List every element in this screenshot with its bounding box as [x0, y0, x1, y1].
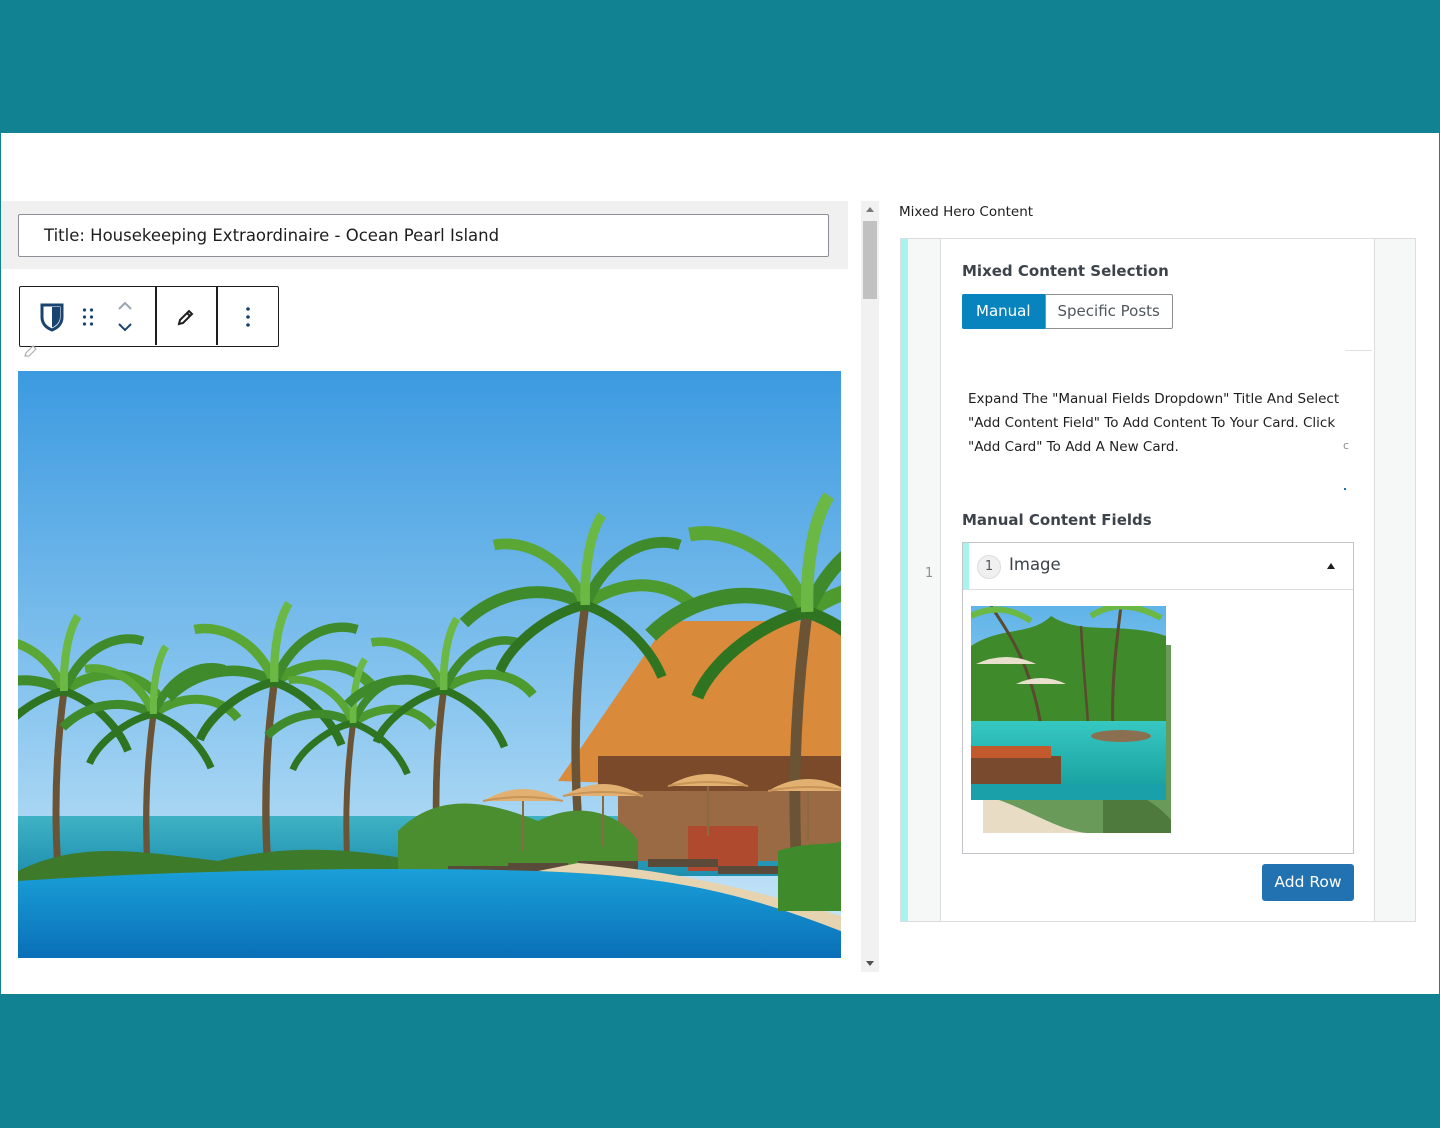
row-index: 1 — [925, 566, 934, 581]
block-options-button[interactable] — [232, 301, 264, 333]
item-number-badge: 1 — [977, 555, 1001, 579]
manual-option-button[interactable]: Manual — [962, 294, 1045, 329]
panel-title: Mixed Hero Content — [899, 204, 1034, 220]
pencil-icon — [23, 343, 39, 362]
content-selection-toggle: Manual Specific Posts — [962, 294, 1173, 329]
drag-handle-icon — [82, 308, 94, 326]
shield-icon — [40, 303, 64, 332]
top-banner — [0, 0, 1440, 133]
repeater-row-actions[interactable] — [1374, 239, 1415, 921]
accordion-title: Image — [1009, 555, 1061, 574]
toolbar-separator — [216, 287, 218, 345]
chevron-down-icon — [118, 323, 132, 332]
pencil-icon — [177, 309, 194, 326]
move-down-button[interactable] — [112, 318, 138, 336]
block-toolbar — [19, 286, 279, 347]
scroll-up-arrow-icon[interactable] — [866, 207, 874, 212]
instructions-text: Expand The "Manual Fields Dropdown" Titl… — [968, 391, 1340, 455]
scroll-down-arrow-icon[interactable] — [866, 961, 874, 966]
drag-handle[interactable] — [76, 301, 100, 333]
repeater-row-handle[interactable]: 1 — [908, 239, 941, 921]
add-row-button[interactable]: Add Row — [1262, 864, 1354, 901]
repeater-accent — [901, 239, 908, 921]
chevron-up-icon — [118, 301, 132, 310]
manual-content-fields-label: Manual Content Fields — [962, 511, 1152, 529]
accordion-header[interactable]: 1 Image — [963, 543, 1353, 590]
post-title-input[interactable]: Title: Housekeeping Extraordinaire - Oce… — [18, 214, 829, 257]
editor-scrollbar[interactable] — [861, 201, 879, 972]
mixed-content-selection-label: Mixed Content Selection — [962, 262, 1169, 280]
move-up-button[interactable] — [112, 297, 138, 315]
edit-button[interactable] — [170, 301, 202, 333]
caret-up-icon[interactable] — [1327, 563, 1335, 569]
bottom-banner — [0, 994, 1440, 1128]
more-vertical-icon — [246, 307, 250, 327]
stray-character: c — [1343, 439, 1350, 452]
scroll-thumb[interactable] — [863, 221, 877, 299]
divider — [1345, 350, 1372, 351]
hero-image[interactable] — [18, 371, 841, 958]
image-thumbnail[interactable] — [971, 606, 1166, 800]
block-type-button[interactable] — [36, 301, 68, 333]
specific-posts-option-button[interactable]: Specific Posts — [1044, 294, 1173, 329]
toolbar-separator — [155, 287, 157, 345]
stray-dot — [1344, 488, 1346, 490]
